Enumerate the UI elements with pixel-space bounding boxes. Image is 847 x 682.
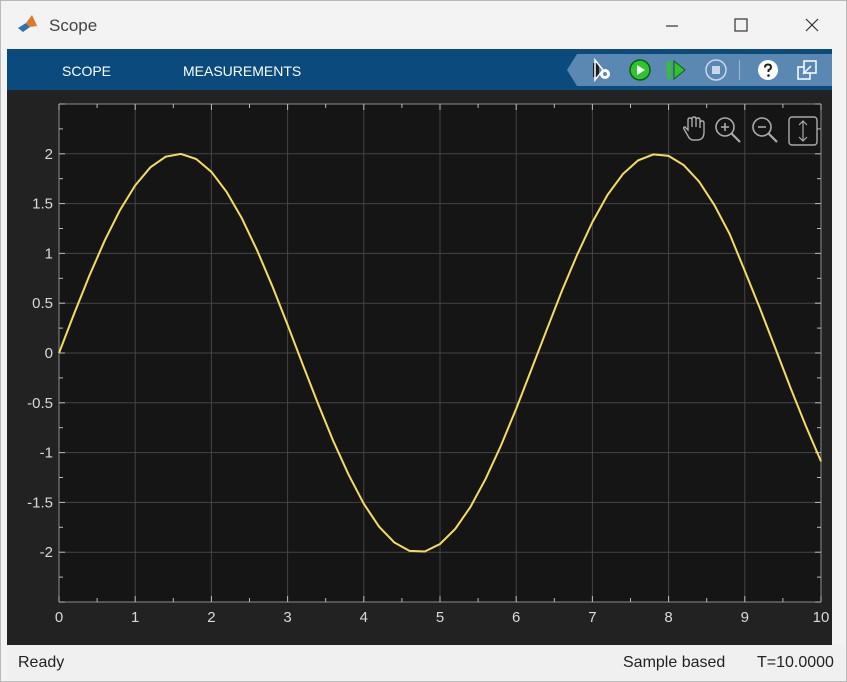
- window-title: Scope: [49, 16, 98, 35]
- x-tick-label: 3: [283, 609, 291, 626]
- x-tick-label: 7: [588, 609, 596, 626]
- settings-button[interactable]: [587, 54, 615, 86]
- step-forward-icon: [667, 59, 686, 81]
- tab-measurements[interactable]: MEASUREMENTS: [183, 63, 301, 79]
- undock-icon: [797, 60, 817, 80]
- undock-button[interactable]: [793, 54, 821, 86]
- stop-icon: [705, 59, 727, 81]
- x-tick-label: 0: [55, 609, 63, 626]
- scope-display: 0 1 2 3 4 5 6 7 8 9 10 2 1.5 1 0.5 0 -0.5 -1 -1.5 -2: [7, 90, 832, 645]
- y-tick-label: 0: [45, 345, 53, 362]
- maximize-button[interactable]: [718, 8, 764, 42]
- settings-icon: [593, 58, 610, 82]
- status-bar: Ready Sample based T=10.0000: [7, 645, 846, 680]
- sampling-mode-label: Sample based: [623, 654, 726, 671]
- close-button[interactable]: [789, 8, 835, 42]
- matlab-logo-icon: [17, 14, 41, 36]
- y-tick-label: 1.5: [32, 196, 53, 213]
- stop-button[interactable]: [702, 54, 730, 86]
- y-tick-label: -1.5: [27, 494, 53, 511]
- run-icon: [629, 59, 651, 81]
- minimize-button[interactable]: [649, 8, 695, 42]
- step-forward-button[interactable]: [662, 54, 690, 86]
- y-tick-label: -1: [40, 445, 53, 462]
- y-tick-label: 1: [45, 245, 53, 262]
- x-tick-label: 8: [664, 609, 672, 626]
- x-tick-label: 2: [207, 609, 215, 626]
- toolstrip: SCOPE MEASUREMENTS: [7, 49, 832, 90]
- x-tick-label: 5: [436, 609, 444, 626]
- simulation-toolbar: [567, 54, 832, 86]
- y-tick-label: 0.5: [32, 295, 53, 312]
- close-icon: [805, 18, 819, 32]
- y-tick-label: 2: [45, 146, 53, 163]
- x-tick-label: 4: [360, 609, 368, 626]
- x-tick-label: 1: [131, 609, 139, 626]
- x-tick-labels: 0 1 2 3 4 5 6 7 8 9 10: [55, 609, 830, 626]
- scope-window: Scope SCOPE MEASUREMENTS 0 1 2 3 4 5 6 7…: [0, 0, 847, 682]
- title-bar: Scope: [1, 1, 846, 48]
- x-tick-label: 10: [813, 609, 830, 626]
- toolbar-separator: [739, 60, 740, 80]
- tab-scope[interactable]: SCOPE: [62, 63, 111, 79]
- y-tick-label: -2: [40, 544, 53, 561]
- minimize-icon: [666, 25, 678, 27]
- maximize-icon: [734, 18, 748, 32]
- help-button[interactable]: [754, 54, 782, 86]
- run-button[interactable]: [626, 54, 654, 86]
- help-icon: [758, 60, 778, 80]
- scope-plot[interactable]: 0 1 2 3 4 5 6 7 8 9 10 2 1.5 1 0.5 0 -0.5 -1 -1.5 -2: [7, 90, 832, 645]
- x-tick-label: 6: [512, 609, 520, 626]
- x-tick-label: 9: [741, 609, 749, 626]
- y-tick-labels: 2 1.5 1 0.5 0 -0.5 -1 -1.5 -2: [27, 146, 53, 561]
- simulation-time-label: T=10.0000: [757, 654, 834, 671]
- status-text: Ready: [18, 654, 65, 671]
- y-tick-label: -0.5: [27, 395, 53, 412]
